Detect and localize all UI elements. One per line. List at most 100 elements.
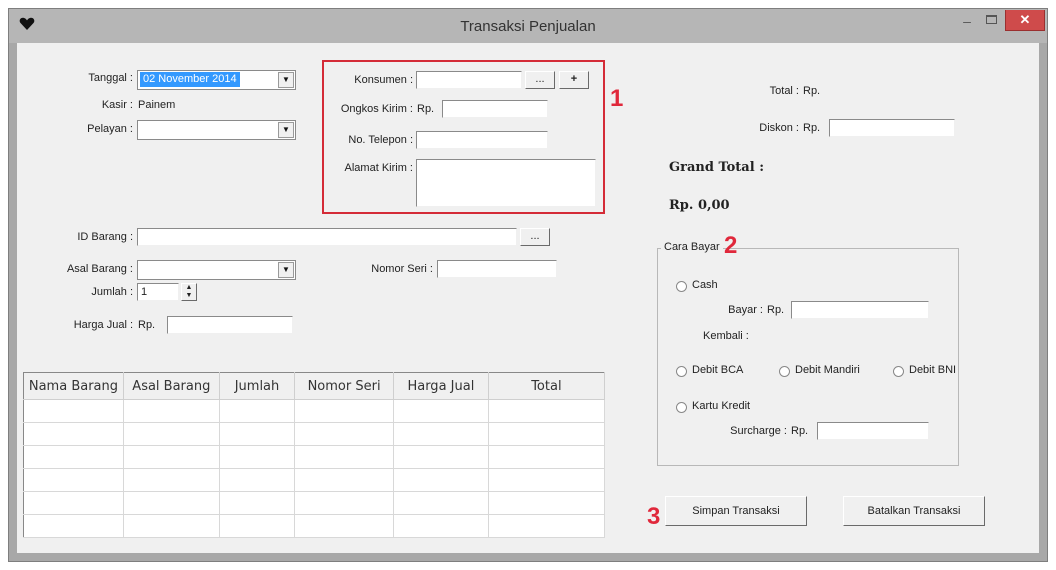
spinner-arrows-icon[interactable]: ▲ ▼ (186, 284, 193, 299)
tanggal-label: Tanggal : (88, 72, 133, 84)
cash-label[interactable]: Cash (692, 279, 718, 291)
chevron-down-icon[interactable]: ▼ (278, 122, 294, 138)
debit-bni-radio[interactable] (893, 366, 904, 377)
batalkan-transaksi-button[interactable]: Batalkan Transaksi (843, 496, 985, 526)
annotation-number-1: 1 (610, 85, 624, 112)
table-cell[interactable] (488, 491, 606, 515)
table-cell[interactable] (393, 422, 489, 446)
items-table[interactable]: Nama Barang Asal Barang Jumlah Nomor Ser… (23, 372, 606, 538)
table-row[interactable] (23, 422, 606, 446)
table-cell[interactable] (123, 491, 220, 515)
jumlah-label: Jumlah : (91, 286, 133, 298)
table-row[interactable] (23, 491, 606, 515)
table-cell[interactable] (294, 491, 394, 515)
table-cell[interactable] (294, 468, 394, 492)
column-header[interactable]: Nomor Seri (294, 372, 394, 400)
diskon-field[interactable] (829, 119, 955, 137)
cash-radio[interactable] (676, 281, 687, 292)
table-row[interactable] (23, 399, 606, 423)
table-cell[interactable] (393, 399, 489, 423)
debit-bca-radio[interactable] (676, 366, 687, 377)
debit-bni-label[interactable]: Debit BNI (909, 364, 956, 376)
ongkos-kirim-label: Ongkos Kirim : (340, 103, 413, 115)
asal-barang-select[interactable]: ▼ (137, 260, 296, 280)
bayar-currency: Rp. (767, 304, 785, 316)
table-row[interactable] (23, 445, 606, 469)
harga-jual-field[interactable] (167, 316, 293, 334)
chevron-down-icon[interactable]: ▼ (278, 72, 294, 88)
table-cell[interactable] (488, 422, 606, 446)
table-cell[interactable] (219, 491, 296, 515)
konsumen-field[interactable] (416, 71, 522, 89)
table-cell[interactable] (219, 514, 296, 538)
table-cell[interactable] (219, 399, 296, 423)
table-cell[interactable] (23, 422, 124, 446)
table-cell[interactable] (23, 491, 124, 515)
telepon-field[interactable] (416, 131, 548, 149)
table-cell[interactable] (393, 445, 489, 469)
table-row[interactable] (23, 468, 606, 492)
table-cell[interactable] (294, 514, 394, 538)
close-button[interactable]: ✕ (1005, 10, 1045, 31)
pelayan-select[interactable]: ▼ (137, 120, 296, 140)
table-cell[interactable] (123, 422, 220, 446)
minimize-button[interactable]: – (955, 11, 979, 31)
asal-barang-label: Asal Barang : (66, 263, 133, 275)
kartu-kredit-radio[interactable] (676, 402, 687, 413)
table-cell[interactable] (123, 399, 220, 423)
simpan-transaksi-button[interactable]: Simpan Transaksi (665, 496, 807, 526)
title-bar[interactable]: Transaksi Penjualan – ✕ (9, 9, 1047, 43)
table-cell[interactable] (23, 445, 124, 469)
table-cell[interactable] (123, 445, 220, 469)
table-cell[interactable] (294, 422, 394, 446)
table-cell[interactable] (294, 445, 394, 469)
surcharge-field[interactable] (817, 422, 929, 440)
table-cell[interactable] (23, 399, 124, 423)
id-barang-label: ID Barang : (77, 231, 133, 243)
annotation-number-3: 3 (647, 503, 661, 530)
column-header[interactable]: Total (488, 372, 606, 400)
alamat-kirim-textarea[interactable] (416, 159, 596, 207)
app-window: Transaksi Penjualan – ✕ Tanggal : 02 Nov… (8, 8, 1048, 562)
table-cell[interactable] (488, 468, 606, 492)
column-header[interactable]: Asal Barang (123, 372, 220, 400)
debit-mandiri-radio[interactable] (779, 366, 790, 377)
table-cell[interactable] (219, 422, 296, 446)
id-barang-field[interactable] (137, 228, 517, 246)
maximize-button[interactable] (980, 11, 1004, 31)
table-cell[interactable] (219, 445, 296, 469)
bayar-label: Bayar : (728, 304, 763, 316)
column-header[interactable]: Jumlah (219, 372, 296, 400)
table-cell[interactable] (294, 399, 394, 423)
table-cell[interactable] (123, 468, 220, 492)
table-cell[interactable] (393, 468, 489, 492)
table-row[interactable] (23, 514, 606, 538)
jumlah-spinner[interactable]: ▲ ▼ (181, 283, 197, 301)
kartu-kredit-label[interactable]: Kartu Kredit (692, 400, 750, 412)
table-cell[interactable] (488, 399, 606, 423)
id-barang-browse-button[interactable]: ... (520, 228, 550, 246)
table-cell[interactable] (488, 514, 606, 538)
nomor-seri-field[interactable] (437, 260, 557, 278)
debit-bca-label[interactable]: Debit BCA (692, 364, 743, 376)
ongkos-kirim-field[interactable] (442, 100, 548, 118)
konsumen-browse-button[interactable]: ... (525, 71, 555, 89)
jumlah-field[interactable]: 1 (137, 283, 179, 301)
table-cell[interactable] (23, 514, 124, 538)
table-cell[interactable] (123, 514, 220, 538)
table-cell[interactable] (393, 491, 489, 515)
chevron-down-icon[interactable]: ▼ (278, 262, 294, 278)
bayar-field[interactable] (791, 301, 929, 319)
table-cell[interactable] (23, 468, 124, 492)
debit-mandiri-label[interactable]: Debit Mandiri (795, 364, 860, 376)
column-header[interactable]: Harga Jual (393, 372, 489, 400)
maximize-icon (986, 15, 997, 24)
tanggal-date-picker[interactable]: 02 November 2014 ▼ (137, 70, 296, 90)
table-cell[interactable] (488, 445, 606, 469)
diskon-label: Diskon : (759, 122, 799, 134)
table-cell[interactable] (219, 468, 296, 492)
column-header[interactable]: Nama Barang (23, 372, 124, 400)
ongkos-kirim-currency: Rp. (417, 103, 435, 115)
add-konsumen-button[interactable]: + (559, 71, 589, 89)
table-cell[interactable] (393, 514, 489, 538)
